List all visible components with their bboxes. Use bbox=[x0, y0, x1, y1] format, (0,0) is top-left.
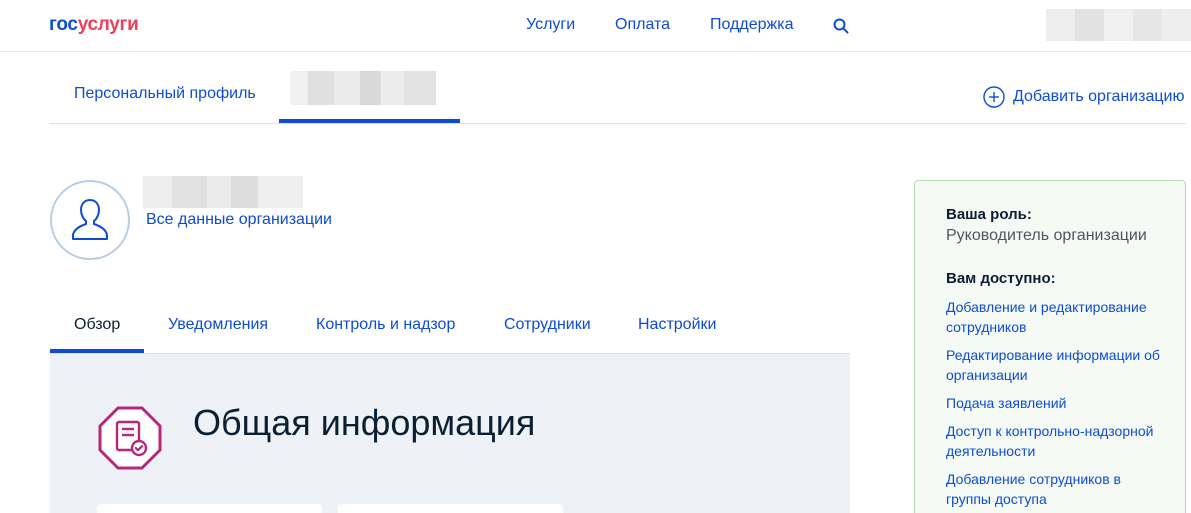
gosuslugi-logo[interactable]: госуслуги bbox=[49, 14, 139, 36]
add-organization-button[interactable]: Добавить организацию bbox=[983, 86, 1184, 108]
logo-part-gos: гос bbox=[49, 14, 78, 35]
all-organization-data-link[interactable]: Все данные организации bbox=[146, 211, 332, 229]
user-menu-redacted[interactable] bbox=[1046, 9, 1191, 41]
tab-personal-profile[interactable]: Персональный профиль bbox=[74, 85, 256, 103]
tab-organization-redacted[interactable] bbox=[290, 71, 436, 105]
overview-title: Общая информация bbox=[193, 402, 536, 443]
search-icon[interactable] bbox=[832, 17, 850, 35]
nav-services[interactable]: Услуги bbox=[526, 16, 575, 34]
tabs-divider bbox=[49, 123, 1186, 124]
nav-payment[interactable]: Оплата bbox=[615, 16, 670, 34]
plus-circle-icon bbox=[983, 86, 1005, 108]
tab-settings[interactable]: Настройки bbox=[638, 316, 716, 334]
add-organization-label: Добавить организацию bbox=[1013, 88, 1185, 105]
tab-overview[interactable]: Обзор bbox=[74, 316, 120, 334]
role-label: Ваша роль: bbox=[946, 206, 1032, 223]
tab-notifications[interactable]: Уведомления bbox=[168, 316, 268, 334]
document-check-icon bbox=[98, 406, 162, 470]
permission-link[interactable]: Добавление и редактирование сотрудников bbox=[946, 297, 1166, 337]
permission-link[interactable]: Подача заявлений bbox=[946, 393, 1166, 413]
logo-part-uslugi: услуги bbox=[77, 14, 139, 35]
role-value: Руководитель организации bbox=[946, 227, 1147, 244]
overview-card[interactable] bbox=[338, 504, 563, 513]
overview-card[interactable] bbox=[97, 504, 322, 513]
available-label: Вам доступно: bbox=[946, 270, 1056, 287]
tab-employees[interactable]: Сотрудники bbox=[504, 316, 591, 334]
user-silhouette-icon bbox=[72, 199, 108, 240]
nav-support[interactable]: Поддержка bbox=[710, 16, 793, 34]
organization-name-redacted bbox=[143, 176, 303, 208]
avatar bbox=[50, 180, 130, 260]
tab-control-supervision[interactable]: Контроль и надзор bbox=[316, 316, 455, 334]
permission-link[interactable]: Добавление сотрудников в группы доступа bbox=[946, 469, 1166, 509]
permission-link[interactable]: Редактирование информации об организации bbox=[946, 345, 1166, 385]
top-header: госуслуги Услуги Оплата Поддержка bbox=[0, 0, 1191, 52]
permission-link[interactable]: Доступ к контрольно-надзорной деятельнос… bbox=[946, 421, 1166, 461]
